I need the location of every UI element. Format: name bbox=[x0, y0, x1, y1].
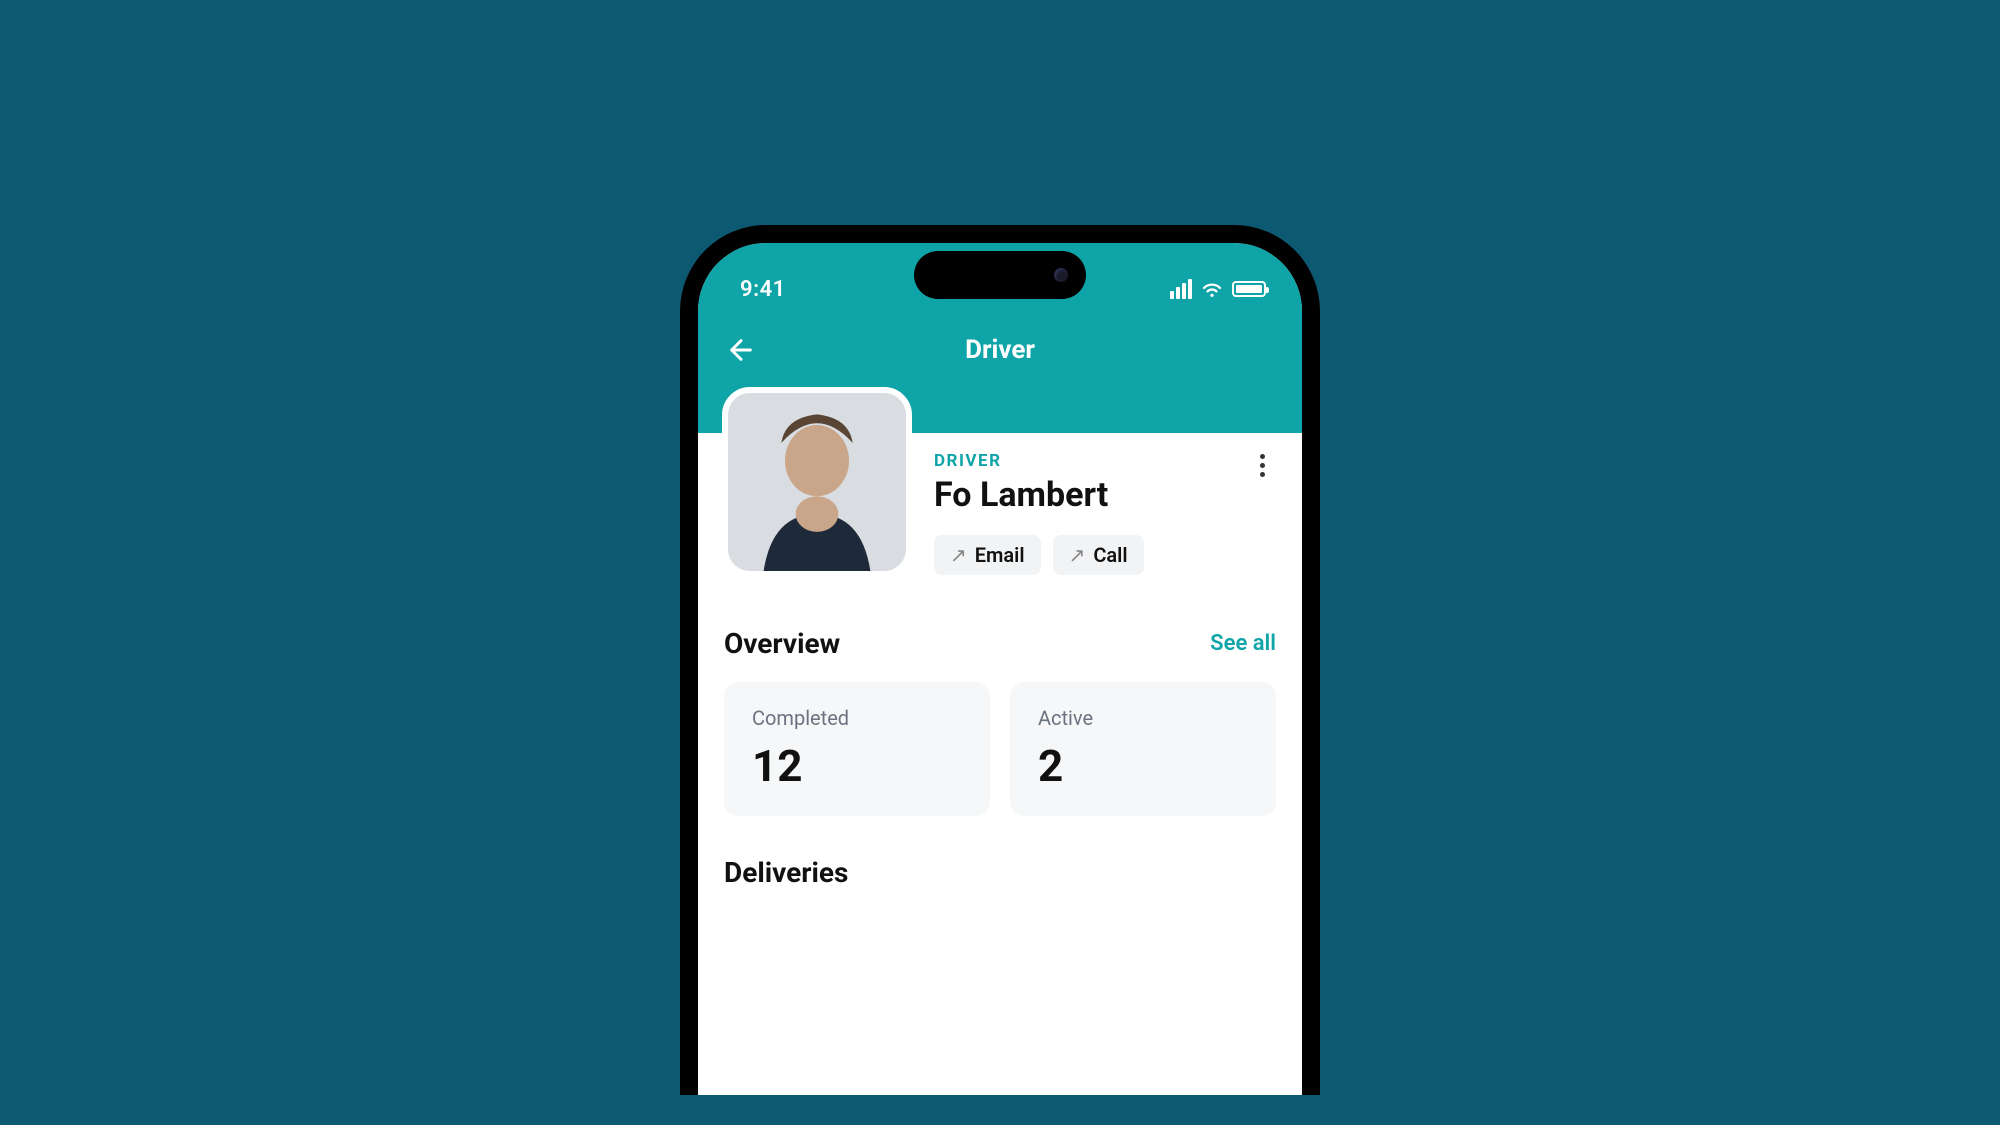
wifi-icon bbox=[1200, 280, 1224, 298]
completed-label: Completed bbox=[752, 706, 962, 730]
more-options-button[interactable] bbox=[1248, 451, 1276, 479]
overview-header: Overview See all bbox=[724, 627, 1276, 660]
email-button-label: Email bbox=[975, 543, 1025, 567]
status-indicators bbox=[1170, 279, 1266, 299]
phone-screen: 9:41 bbox=[698, 243, 1302, 1095]
driver-avatar[interactable] bbox=[722, 387, 912, 577]
arrow-up-right-icon: ↗ bbox=[950, 543, 967, 567]
avatar-placeholder-icon bbox=[728, 393, 906, 571]
deliveries-title: Deliveries bbox=[724, 856, 1276, 889]
completed-value: 12 bbox=[752, 740, 962, 792]
overview-title: Overview bbox=[724, 627, 840, 660]
overview-section: Overview See all Completed 12 Active 2 bbox=[698, 605, 1302, 816]
app-bar-title: Driver bbox=[965, 335, 1035, 365]
deliveries-section: Deliveries bbox=[698, 816, 1302, 889]
see-all-link[interactable]: See all bbox=[1210, 631, 1276, 656]
arrow-up-right-icon: ↗ bbox=[1069, 543, 1086, 567]
profile-block: DRIVER Fo Lambert ↗ Email ↗ Call bbox=[698, 433, 1302, 605]
call-button[interactable]: ↗ Call bbox=[1053, 535, 1144, 575]
active-card[interactable]: Active 2 bbox=[1010, 682, 1276, 816]
stats-row: Completed 12 Active 2 bbox=[724, 682, 1276, 816]
back-button[interactable] bbox=[722, 331, 760, 369]
action-row: ↗ Email ↗ Call bbox=[934, 535, 1276, 575]
stage-background: 9:41 bbox=[30, 30, 1970, 1095]
back-arrow-icon bbox=[725, 334, 757, 366]
dynamic-island bbox=[914, 251, 1086, 299]
completed-card[interactable]: Completed 12 bbox=[724, 682, 990, 816]
signal-icon bbox=[1170, 279, 1192, 299]
email-button[interactable]: ↗ Email bbox=[934, 535, 1041, 575]
phone-frame: 9:41 bbox=[680, 225, 1320, 1095]
active-label: Active bbox=[1038, 706, 1248, 730]
driver-name: Fo Lambert bbox=[934, 475, 1276, 515]
camera-dot bbox=[1054, 268, 1068, 282]
call-button-label: Call bbox=[1093, 543, 1127, 567]
status-time: 9:41 bbox=[740, 277, 786, 302]
battery-icon bbox=[1232, 281, 1266, 297]
active-value: 2 bbox=[1038, 740, 1248, 792]
app-bar: Driver bbox=[698, 313, 1302, 387]
role-label: DRIVER bbox=[934, 451, 1276, 471]
